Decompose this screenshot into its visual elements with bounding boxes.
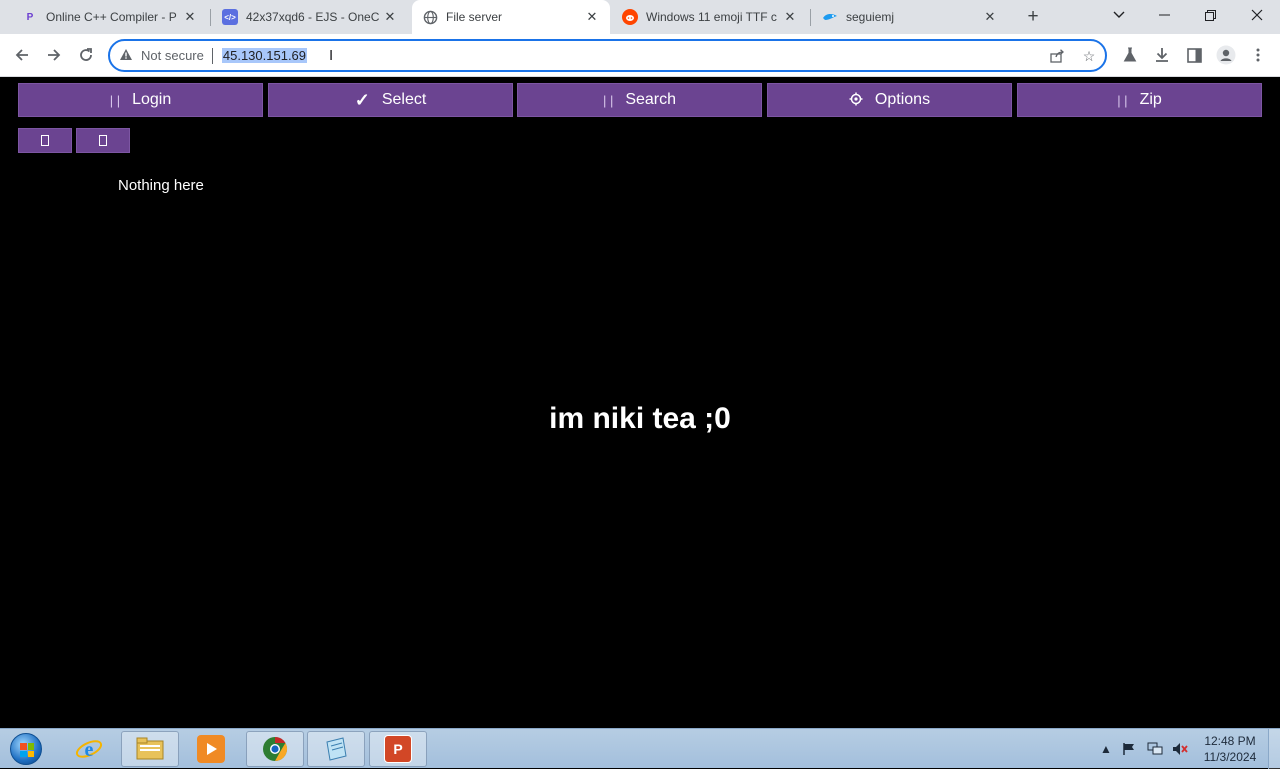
placeholder-glyph-icon: | |: [602, 92, 614, 108]
internet-explorer-icon: e: [75, 735, 103, 763]
options-label: Options: [874, 91, 931, 108]
windows-taskbar: e P ▲ 12:48 PM 11/3/2024: [0, 728, 1280, 769]
restore-button[interactable]: [1187, 0, 1233, 30]
tab-windows-emoji[interactable]: Windows 11 emoji TTF c ✕: [612, 0, 808, 34]
taskbar-chrome[interactable]: [246, 731, 304, 767]
small-action-button-1[interactable]: [18, 128, 72, 153]
reload-button[interactable]: [72, 41, 100, 69]
tab-seguiemj[interactable]: seguiemj ✕: [812, 0, 1008, 34]
network-icon[interactable]: [1147, 729, 1163, 769]
start-button[interactable]: [6, 731, 46, 767]
close-tab-icon[interactable]: ✕: [782, 9, 798, 25]
small-action-button-2[interactable]: [76, 128, 130, 153]
taskbar-file-explorer[interactable]: [121, 731, 179, 767]
media-player-icon: [197, 735, 225, 763]
close-tab-icon[interactable]: ✕: [982, 9, 998, 25]
profile-avatar-icon[interactable]: [1212, 41, 1240, 69]
check-icon: ✓: [354, 89, 370, 110]
close-tab-icon[interactable]: ✕: [382, 9, 398, 25]
empty-listing-message: Nothing here: [118, 177, 204, 194]
tab-separator: [210, 9, 211, 26]
windows-logo-icon: [10, 733, 42, 765]
new-tab-button[interactable]: +: [1022, 6, 1044, 28]
download-icon[interactable]: [1148, 41, 1176, 69]
taskbar-clock[interactable]: 12:48 PM 11/3/2024: [1198, 733, 1262, 765]
search-label: Search: [625, 91, 677, 108]
login-button[interactable]: | | Login: [18, 83, 263, 117]
close-tab-icon[interactable]: ✕: [182, 9, 198, 25]
placeholder-glyph-icon: | |: [109, 92, 121, 108]
forward-button[interactable]: [40, 41, 68, 69]
gear-icon: [849, 92, 863, 109]
tab-title: seguiemj: [846, 10, 895, 24]
clock-time: 12:48 PM: [1204, 734, 1256, 748]
chrome-icon: [261, 735, 289, 763]
clock-date: 11/3/2024: [1203, 750, 1257, 764]
select-label: Select: [381, 91, 427, 108]
address-bar[interactable]: Not secure 45.130.151.69 I ☆: [108, 39, 1107, 72]
reddit-icon: [622, 9, 638, 25]
compiler-favicon-icon: P: [26, 11, 34, 23]
placeholder-glyph-icon: | |: [1117, 92, 1128, 108]
volume-muted-icon[interactable]: [1172, 729, 1188, 769]
security-status-label[interactable]: Not secure: [141, 48, 204, 63]
address-divider: [211, 47, 213, 64]
powerpoint-icon: P: [384, 735, 412, 763]
tab-search-chevron-icon[interactable]: [1096, 0, 1142, 30]
tab-title: File server: [446, 10, 503, 24]
taskbar-notepad[interactable]: [307, 731, 365, 767]
side-panel-icon[interactable]: [1180, 41, 1208, 69]
login-label: Login: [132, 91, 172, 108]
zip-label: Zip: [1139, 91, 1162, 108]
bookmark-star-icon[interactable]: ☆: [1080, 47, 1098, 65]
globe-icon: [422, 9, 438, 25]
zip-button[interactable]: | | Zip: [1017, 83, 1262, 117]
page-tagline: im niki tea ;0: [549, 402, 731, 435]
missing-glyph-icon: [41, 135, 49, 146]
action-center-flag-icon[interactable]: [1122, 729, 1136, 769]
close-tab-icon[interactable]: ✕: [584, 9, 600, 25]
warning-triangle-icon[interactable]: [119, 48, 133, 64]
menu-kebab-icon[interactable]: [1244, 41, 1272, 69]
close-window-button[interactable]: [1234, 0, 1280, 30]
tab-file-server[interactable]: File server ✕: [412, 0, 610, 34]
notepad-icon: [322, 735, 350, 763]
minimize-button[interactable]: [1141, 0, 1187, 30]
select-button[interactable]: ✓ Select: [268, 83, 513, 117]
tab-online-cpp-compiler[interactable]: P Online C++ Compiler - P ✕: [12, 0, 208, 34]
taskbar-powerpoint[interactable]: P: [369, 731, 427, 767]
folder-icon: [136, 735, 164, 763]
back-button[interactable]: [8, 41, 36, 69]
code-favicon-icon: </>: [222, 9, 238, 25]
tab-separator: [810, 9, 811, 26]
browser-toolbar: Not secure 45.130.151.69 I ☆: [0, 34, 1280, 77]
share-icon[interactable]: [1048, 47, 1066, 65]
taskbar-media-player[interactable]: [182, 731, 240, 767]
text-cursor-icon: I: [329, 47, 334, 64]
taskbar-internet-explorer[interactable]: e: [60, 731, 118, 767]
show-desktop-button[interactable]: [1268, 729, 1280, 769]
options-button[interactable]: Options: [767, 83, 1012, 117]
svg-text:e: e: [85, 739, 94, 761]
url-text[interactable]: 45.130.151.69: [221, 48, 308, 63]
tab-strip: P Online C++ Compiler - P ✕ </> 42x37xqd…: [0, 0, 1280, 34]
tab-title: Windows 11 emoji TTF c: [646, 10, 777, 24]
missing-glyph-icon: [99, 135, 107, 146]
tray-expand-arrow-icon[interactable]: ▲: [1100, 729, 1112, 769]
extensions-flask-icon[interactable]: [1116, 41, 1144, 69]
file-server-page: | | Login ✓ Select | | Search Options | …: [0, 77, 1280, 728]
tab-ejs-onecompiler[interactable]: </> 42x37xqd6 - EJS - OneC ✕: [212, 0, 408, 34]
bird-icon: [822, 9, 838, 25]
tab-title: 42x37xqd6 - EJS - OneC: [246, 10, 380, 24]
search-button[interactable]: | | Search: [517, 83, 762, 117]
tab-title: Online C++ Compiler - P: [46, 10, 177, 24]
